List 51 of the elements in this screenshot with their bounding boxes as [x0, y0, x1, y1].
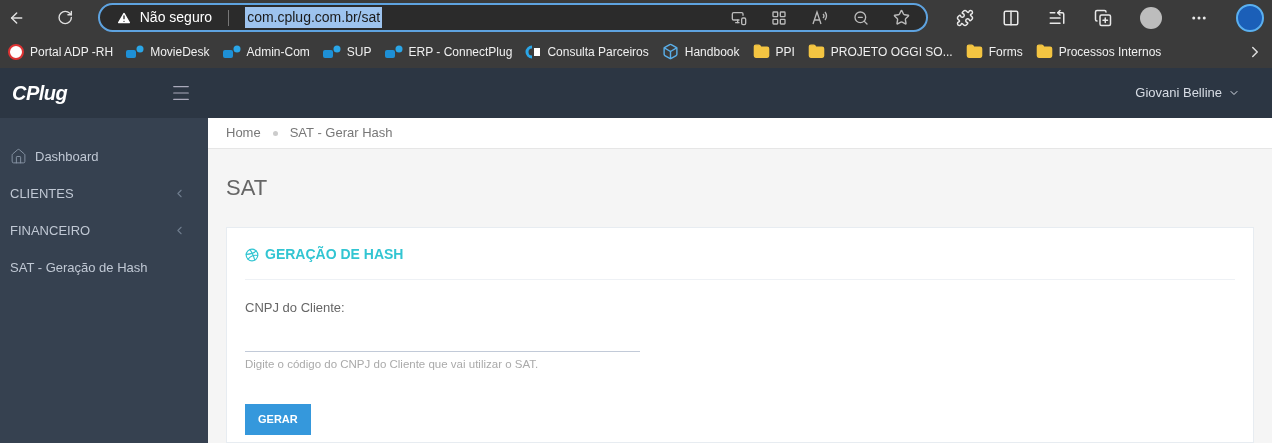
device-icon[interactable] [731, 9, 747, 26]
user-menu[interactable]: Giovani Belline [1135, 83, 1240, 103]
refresh-icon[interactable] [57, 9, 74, 26]
sidebar-label: FINANCEIRO [10, 221, 92, 240]
warning-icon [115, 9, 132, 26]
ball-icon [245, 247, 259, 262]
bookmark[interactable]: Processos Internos [1035, 42, 1162, 61]
sidebar-item[interactable]: SAT - Geração de Hash [0, 249, 208, 286]
grid-icon[interactable] [771, 9, 787, 26]
address-bar[interactable]: Não seguro com.cplug.com.br/sat [97, 3, 928, 32]
page-title: SAT [226, 174, 269, 202]
logo-icon [525, 44, 542, 59]
url-text: com.cplug.com.br/sat [245, 7, 383, 28]
sidebar-label: CLIENTES [10, 184, 75, 203]
cube-icon [661, 43, 679, 60]
bookmark[interactable]: PROJETO OGGI SO... [807, 42, 953, 61]
sidebar-label: Dashboard [35, 147, 100, 166]
field-label: CNPJ do Cliente: [245, 299, 346, 317]
breadcrumb-link[interactable]: SAT - Gerar Hash [289, 123, 393, 143]
bookmark[interactable]: SUP [322, 42, 372, 61]
split-screen-icon[interactable] [1002, 8, 1020, 27]
sidebar-item[interactable]: Dashboard [0, 138, 208, 175]
folder-icon [807, 43, 825, 60]
star-icon[interactable] [893, 9, 910, 26]
badge-icon [8, 43, 24, 60]
sidebar-item[interactable]: FINANCEIRO [0, 212, 208, 249]
bookmark[interactable]: Consulta Parceiros [525, 42, 649, 61]
extensions-icon[interactable] [956, 8, 974, 27]
avatar-icon[interactable] [1140, 6, 1162, 29]
card-title: GERAÇÃO DE HASH [265, 245, 404, 264]
logo[interactable]: CPlug [12, 78, 68, 108]
folder-icon [1035, 43, 1053, 60]
folder-icon [752, 43, 770, 60]
help-text: Digite o código do CNPJ do Cliente que vai utilizar o SAT. [245, 356, 540, 372]
sidebar-label: SAT - Geração de Hash [10, 258, 149, 277]
bookmark[interactable]: Forms [965, 42, 1023, 61]
bookmark[interactable]: MovieDesk [126, 42, 210, 61]
bookmark[interactable]: Admin-Com [222, 42, 310, 61]
read-aloud-icon[interactable] [811, 9, 829, 26]
bookmark[interactable]: Portal ADP -RH [8, 42, 114, 61]
folder-icon [965, 43, 983, 60]
bookmark[interactable]: Handbook [661, 42, 740, 61]
home-icon [10, 148, 27, 165]
collections-icon[interactable] [1094, 8, 1112, 27]
security-label: Não seguro [139, 8, 213, 27]
zoom-out-icon[interactable] [853, 9, 869, 26]
favorites-icon[interactable] [1048, 8, 1066, 27]
sidebar-item[interactable]: CLIENTES [0, 175, 208, 212]
breadcrumb-link[interactable]: Home [226, 123, 261, 143]
bookmark[interactable]: ERP - ConnectPlug [384, 42, 513, 61]
bookmark[interactable]: PPI [752, 42, 795, 61]
